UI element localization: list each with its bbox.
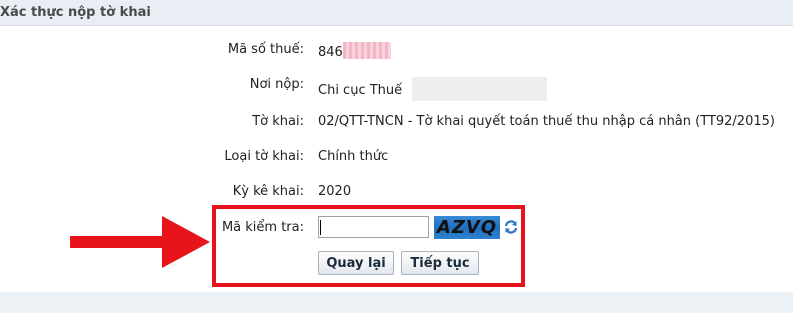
submit-place-value: Chi cục Thuế: [318, 83, 403, 98]
period-label: Kỳ kê khai:: [232, 184, 304, 199]
submit-place-label: Nơi nộp:: [249, 77, 304, 92]
redaction-mask: [412, 77, 548, 101]
period-value: 2020: [318, 184, 352, 199]
field-row-declaration-type: Loại tờ khai: Chính thức: [0, 149, 793, 169]
declaration-type-label: Loại tờ khai:: [224, 149, 304, 164]
submit-place-value-wrap: Chi cục Thuế: [318, 77, 548, 101]
pointer-arrow-icon: [70, 216, 210, 268]
tax-code-label: Mã số thuế:: [227, 42, 304, 57]
field-row-submit-place: Nơi nộp: Chi cục Thuế: [0, 77, 793, 101]
footer-band: [0, 292, 793, 313]
declaration-type-value: Chính thức: [318, 149, 389, 164]
section-title: Xác thực nộp tờ khai: [0, 5, 151, 20]
section-header: Xác thực nộp tờ khai: [0, 0, 793, 26]
field-row-form: Tờ khai: 02/QTT-TNCN - Tờ khai quyết toá…: [0, 114, 793, 134]
field-row-tax-code: Mã số thuế: 846: [0, 42, 793, 62]
form-value: 02/QTT-TNCN - Tờ khai quyết toán thuế th…: [318, 114, 775, 129]
redaction-mask: [342, 42, 391, 59]
highlight-frame: [212, 205, 525, 287]
form-label: Tờ khai:: [252, 114, 304, 129]
tax-code-value-wrap: 846: [318, 42, 391, 60]
tax-code-value: 846: [318, 45, 343, 60]
field-row-period: Kỳ kê khai: 2020: [0, 184, 793, 204]
